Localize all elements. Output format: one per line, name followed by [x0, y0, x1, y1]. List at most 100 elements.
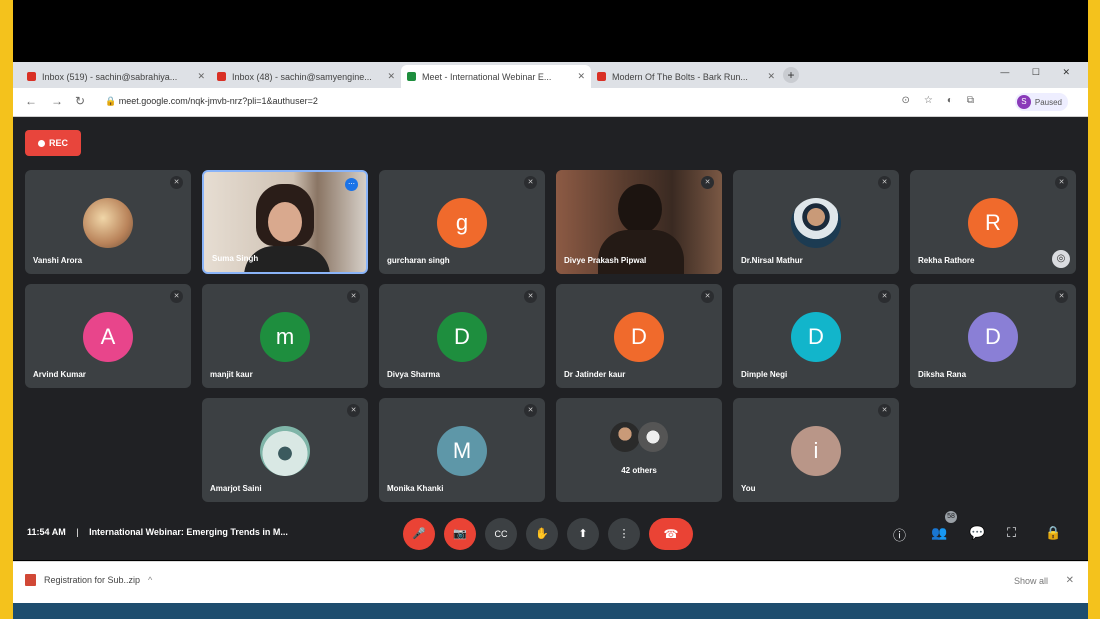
- avatar: A: [83, 312, 133, 362]
- profile-button[interactable]: S Paused: [1014, 93, 1068, 111]
- others-avatar-1: [610, 422, 640, 452]
- participant-tile[interactable]: ✕ Divye Prakash Pipwal: [556, 170, 722, 274]
- participant-name: Suma Singh: [212, 254, 259, 263]
- avatar: R: [968, 198, 1018, 248]
- speaking-indicator-icon: ⋯: [345, 178, 358, 191]
- meeting-details: 11:54 AM | International Webinar: Emergi…: [27, 527, 288, 537]
- meeting-time: 11:54 AM: [27, 527, 66, 537]
- participant-photo: [791, 198, 841, 248]
- tab-title: Modern Of The Bolts - Bark Run...: [612, 71, 748, 82]
- captions-button[interactable]: CC: [485, 518, 517, 550]
- activities-icon[interactable]: ⛶: [1007, 525, 1016, 541]
- profile-status: Paused: [1034, 97, 1062, 107]
- participant-photo: [83, 198, 133, 248]
- participant-name: You: [741, 484, 756, 493]
- present-button[interactable]: ⬆: [567, 518, 599, 550]
- mic-muted-icon: ✕: [170, 176, 183, 189]
- recording-indicator: REC: [25, 130, 81, 156]
- participant-name: Dr Jatinder kaur: [564, 370, 626, 379]
- os-taskbar: [13, 603, 1088, 619]
- record-dot-icon: [37, 139, 45, 147]
- participant-tile[interactable]: ✕ D Diksha Rana: [910, 284, 1076, 388]
- close-icon[interactable]: ✕: [387, 71, 395, 82]
- participant-photo: [260, 426, 310, 476]
- participant-tile[interactable]: ✕ g gurcharan singh: [379, 170, 545, 274]
- chat-icon[interactable]: 💬: [969, 525, 985, 541]
- camera-toggle-button[interactable]: 📷: [444, 518, 476, 550]
- host-controls-icon[interactable]: 🔒: [1045, 525, 1061, 541]
- download-item[interactable]: Registration for Sub..zip ^: [25, 574, 152, 586]
- browser-tab[interactable]: Inbox (519) - sachin@sabrahiya... ✕: [21, 65, 211, 88]
- participant-tile[interactable]: ✕ R Rekha Rathore ◎: [910, 170, 1076, 274]
- address-bar[interactable]: 🔒 meet.google.com/nqk-jmvb-nrz?pli=1&aut…: [105, 93, 365, 110]
- participant-tile[interactable]: ✕ M Monika Khanki: [379, 398, 545, 502]
- info-icon[interactable]: ⓘ: [893, 525, 906, 544]
- browser-tab-active[interactable]: Meet - International Webinar E... ✕: [401, 65, 591, 88]
- close-icon[interactable]: ✕: [1066, 575, 1074, 586]
- back-icon[interactable]: ←: [25, 94, 37, 108]
- participant-tile[interactable]: ✕ D Dimple Negi: [733, 284, 899, 388]
- participant-tile[interactable]: ⋯ Suma Singh: [202, 170, 368, 274]
- recording-label: REC: [48, 138, 68, 148]
- participant-video-person: [618, 184, 662, 234]
- meet-area: REC ✕ Vanshi Arora ⋯ Suma Singh ✕ g gurc…: [13, 117, 1088, 560]
- close-icon[interactable]: ✕: [577, 71, 585, 82]
- avatar: S: [1016, 95, 1031, 109]
- participant-tile[interactable]: ✕ Dr.Nirsal Mathur: [733, 170, 899, 274]
- divider: |: [76, 527, 79, 537]
- window-controls[interactable]: — ☐ ✕: [1000, 67, 1080, 78]
- end-call-button[interactable]: ☎: [649, 518, 693, 550]
- chevron-up-icon[interactable]: ^: [148, 575, 152, 585]
- show-all-button[interactable]: Show all: [1014, 576, 1048, 586]
- browser-tab[interactable]: Modern Of The Bolts - Bark Run... ✕: [591, 65, 781, 88]
- participant-name: Rekha Rathore: [918, 256, 975, 265]
- raise-hand-button[interactable]: ✋: [526, 518, 558, 550]
- participant-name: Divye Prakash Pipwal: [564, 256, 647, 265]
- avatar: M: [437, 426, 487, 476]
- others-avatar-2: [638, 422, 668, 452]
- avatar: D: [791, 312, 841, 362]
- forward-icon[interactable]: →: [51, 94, 63, 108]
- participant-tile[interactable]: ✕ Vanshi Arora: [25, 170, 191, 274]
- participant-tile[interactable]: ✕ Amarjot Saini: [202, 398, 368, 502]
- meet-control-bar: 11:54 AM | International Webinar: Emergi…: [13, 509, 1088, 559]
- downloads-bar: Registration for Sub..zip ^ Show all ✕: [13, 561, 1088, 604]
- lock-icon: 🔒: [105, 96, 119, 106]
- mic-toggle-button[interactable]: 🎤: [403, 518, 435, 550]
- self-tile[interactable]: ✕ i You: [733, 398, 899, 502]
- participant-tile[interactable]: ✕ m manjit kaur: [202, 284, 368, 388]
- reload-icon[interactable]: ↻: [75, 94, 85, 108]
- extension-icons[interactable]: ⊙☆◐⧉: [901, 95, 988, 106]
- participant-name: Vanshi Arora: [33, 256, 83, 265]
- participant-tile[interactable]: ✕ D Divya Sharma: [379, 284, 545, 388]
- mic-muted-icon: ✕: [524, 290, 537, 303]
- mic-muted-icon: ✕: [347, 404, 360, 417]
- gmail-icon: [27, 72, 36, 81]
- pin-icon[interactable]: ◎: [1052, 250, 1070, 268]
- more-options-button[interactable]: ⋮: [608, 518, 640, 550]
- participant-name: Divya Sharma: [387, 370, 440, 379]
- mic-muted-icon: ✕: [1055, 176, 1068, 189]
- avatar: g: [437, 198, 487, 248]
- close-icon[interactable]: ✕: [767, 71, 775, 82]
- browser-tab-bar: Inbox (519) - sachin@sabrahiya... ✕ Inbo…: [13, 62, 1088, 88]
- avatar: i: [791, 426, 841, 476]
- close-icon[interactable]: ✕: [197, 71, 205, 82]
- browser-tab[interactable]: Inbox (48) - sachin@samyengine... ✕: [211, 65, 401, 88]
- avatar: D: [968, 312, 1018, 362]
- participant-tile[interactable]: ✕ D Dr Jatinder kaur: [556, 284, 722, 388]
- tab-title: Inbox (519) - sachin@sabrahiya...: [42, 71, 178, 82]
- zip-file-icon: [25, 574, 36, 586]
- participant-name: manjit kaur: [210, 370, 253, 379]
- participant-video-face: [268, 202, 302, 242]
- others-tile[interactable]: 42 others: [556, 398, 722, 502]
- mic-muted-icon: ✕: [878, 290, 891, 303]
- participant-name: Dr.Nirsal Mathur: [741, 256, 803, 265]
- meeting-title: International Webinar: Emerging Trends i…: [89, 527, 288, 537]
- participant-tile[interactable]: ✕ A Arvind Kumar: [25, 284, 191, 388]
- url-text: meet.google.com/nqk-jmvb-nrz?pli=1&authu…: [118, 96, 318, 106]
- people-icon[interactable]: 👥: [931, 525, 947, 541]
- mic-muted-icon: ✕: [701, 176, 714, 189]
- new-tab-button[interactable]: +: [783, 67, 799, 83]
- mic-muted-icon: ✕: [878, 176, 891, 189]
